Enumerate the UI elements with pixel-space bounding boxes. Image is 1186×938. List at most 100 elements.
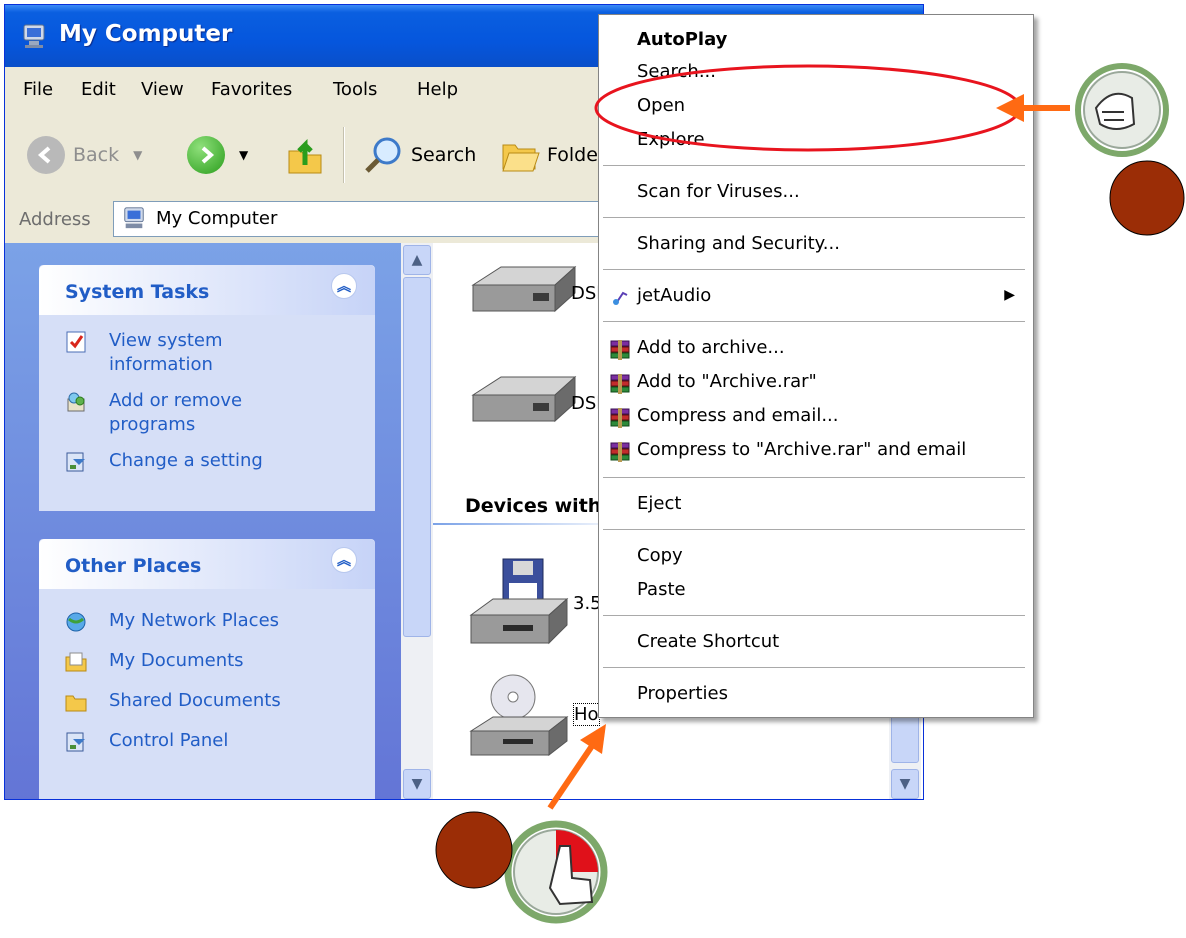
- winrar-icon: [610, 374, 630, 394]
- network-icon: [66, 612, 86, 632]
- menu-edit[interactable]: Edit: [81, 79, 116, 100]
- forward-dropdown-icon[interactable]: ▼: [239, 148, 248, 162]
- jetaudio-note-icon: [613, 291, 628, 305]
- add-remove-icon: [67, 392, 85, 412]
- back-button[interactable]: Back ▼: [27, 113, 142, 197]
- context-menu: AutoPlay Search... Open Explore Scan for…: [598, 14, 1034, 718]
- submenu-arrow-icon: ▶: [1004, 287, 1015, 303]
- system-tasks-panel: System Tasks ︽ View system information A…: [39, 265, 375, 511]
- menu-item-explore[interactable]: Explore: [637, 129, 705, 150]
- menu-separator: [603, 529, 1025, 530]
- task-view-system-information[interactable]: View system information: [39, 329, 375, 389]
- task-label: Add or remove: [109, 390, 243, 411]
- task-label: programs: [109, 414, 196, 435]
- menu-item-properties[interactable]: Properties: [637, 683, 728, 704]
- menu-separator: [603, 165, 1025, 166]
- menu-help[interactable]: Help: [417, 79, 458, 100]
- place-my-network-places[interactable]: My Network Places: [39, 609, 375, 649]
- back-label: Back: [73, 144, 120, 166]
- menu-item-jetaudio[interactable]: jetAudio: [637, 285, 711, 306]
- scroll-down-icon[interactable]: ▼: [403, 769, 431, 799]
- task-change-a-setting[interactable]: Change a setting: [39, 449, 375, 483]
- collapse-chevron-icon[interactable]: ︽: [331, 273, 357, 299]
- documents-icon: [65, 652, 87, 672]
- step-marker-circle: [1109, 160, 1185, 236]
- hard-drive-icon[interactable]: [463, 263, 583, 333]
- menu-item-copy[interactable]: Copy: [637, 545, 683, 566]
- task-label: View system: [109, 330, 223, 351]
- control-panel-icon: [66, 452, 85, 472]
- scroll-up-icon[interactable]: ▲: [403, 245, 431, 275]
- winrar-icon: [610, 408, 630, 428]
- menu-separator: [603, 477, 1025, 478]
- system-tasks-title: System Tasks: [65, 281, 210, 303]
- scroll-thumb[interactable]: [403, 277, 431, 637]
- folders-button[interactable]: Folde: [501, 113, 598, 197]
- task-label: information: [109, 354, 213, 375]
- place-label: Shared Documents: [109, 690, 281, 711]
- menu-item-sharing-security[interactable]: Sharing and Security...: [637, 233, 840, 254]
- forward-button[interactable]: ▼: [187, 113, 248, 197]
- address-label: Address: [19, 209, 91, 230]
- menu-item-compress-email[interactable]: Compress and email...: [637, 405, 839, 426]
- up-folder-icon: [288, 138, 322, 174]
- winrar-icon: [610, 340, 630, 360]
- cd-drive-icon[interactable]: [463, 673, 573, 763]
- menu-item-add-to-archive-rar[interactable]: Add to "Archive.rar": [637, 371, 817, 392]
- menu-separator: [603, 269, 1025, 270]
- collapse-chevron-icon[interactable]: ︽: [331, 547, 357, 573]
- menu-item-scan-viruses[interactable]: Scan for Viruses...: [637, 181, 800, 202]
- drive-label[interactable]: DSl: [571, 283, 601, 304]
- hard-drive-icon[interactable]: [463, 373, 583, 443]
- task-label: Change a setting: [109, 450, 263, 471]
- my-computer-icon: [124, 207, 144, 229]
- other-places-title: Other Places: [65, 555, 202, 577]
- place-my-documents[interactable]: My Documents: [39, 649, 375, 689]
- task-pane-scrollbar[interactable]: ▲ ▼: [401, 243, 433, 799]
- menu-tools[interactable]: Tools: [333, 79, 377, 100]
- menu-separator: [603, 321, 1025, 322]
- search-button[interactable]: Search: [363, 113, 476, 197]
- forward-arrow-icon: [187, 136, 225, 174]
- search-label: Search: [411, 144, 477, 166]
- drive-label[interactable]: DSl: [571, 393, 601, 414]
- menu-file[interactable]: File: [23, 79, 53, 100]
- group-heading: Devices with: [465, 495, 602, 517]
- folders-icon: [502, 144, 540, 172]
- selected-drive-label[interactable]: Ho: [573, 703, 600, 726]
- place-shared-documents[interactable]: Shared Documents: [39, 689, 375, 729]
- step-marker-circle: [435, 811, 513, 889]
- place-label: Control Panel: [109, 730, 229, 751]
- menu-separator: [603, 217, 1025, 218]
- toolbar-separator: [343, 127, 345, 183]
- floppy-drive-icon[interactable]: [463, 555, 573, 651]
- menu-item-open[interactable]: Open: [637, 95, 685, 116]
- place-control-panel[interactable]: Control Panel: [39, 729, 375, 769]
- right-click-mouse-icon: [504, 820, 608, 924]
- place-label: My Documents: [109, 650, 244, 671]
- menu-item-add-to-archive[interactable]: Add to archive...: [637, 337, 785, 358]
- menu-favorites[interactable]: Favorites: [211, 79, 292, 100]
- other-places-header[interactable]: Other Places ︽: [39, 539, 375, 589]
- menu-separator: [603, 615, 1025, 616]
- folder-icon: [65, 695, 87, 712]
- menu-item-compress-rar-email[interactable]: Compress to "Archive.rar" and email: [637, 439, 966, 460]
- menu-item-autoplay[interactable]: AutoPlay: [637, 29, 727, 50]
- address-value: My Computer: [156, 208, 278, 229]
- menu-view[interactable]: View: [141, 79, 184, 100]
- up-folder-button[interactable]: [287, 113, 323, 197]
- menu-item-search[interactable]: Search...: [637, 61, 716, 82]
- back-dropdown-icon[interactable]: ▼: [133, 148, 142, 162]
- menu-item-eject[interactable]: Eject: [637, 493, 681, 514]
- task-add-remove-programs[interactable]: Add or remove programs: [39, 389, 375, 449]
- place-label: My Network Places: [109, 610, 280, 631]
- system-tasks-header[interactable]: System Tasks ︽: [39, 265, 375, 315]
- other-places-panel: Other Places ︽ My Network Places My Docu…: [39, 539, 375, 799]
- back-arrow-icon: [27, 136, 65, 174]
- menu-item-paste[interactable]: Paste: [637, 579, 686, 600]
- my-computer-icon: [23, 24, 45, 48]
- folders-label: Folde: [547, 144, 598, 166]
- menu-item-create-shortcut[interactable]: Create Shortcut: [637, 631, 779, 652]
- scroll-down-icon[interactable]: ▼: [891, 769, 919, 799]
- winrar-icon: [610, 442, 630, 462]
